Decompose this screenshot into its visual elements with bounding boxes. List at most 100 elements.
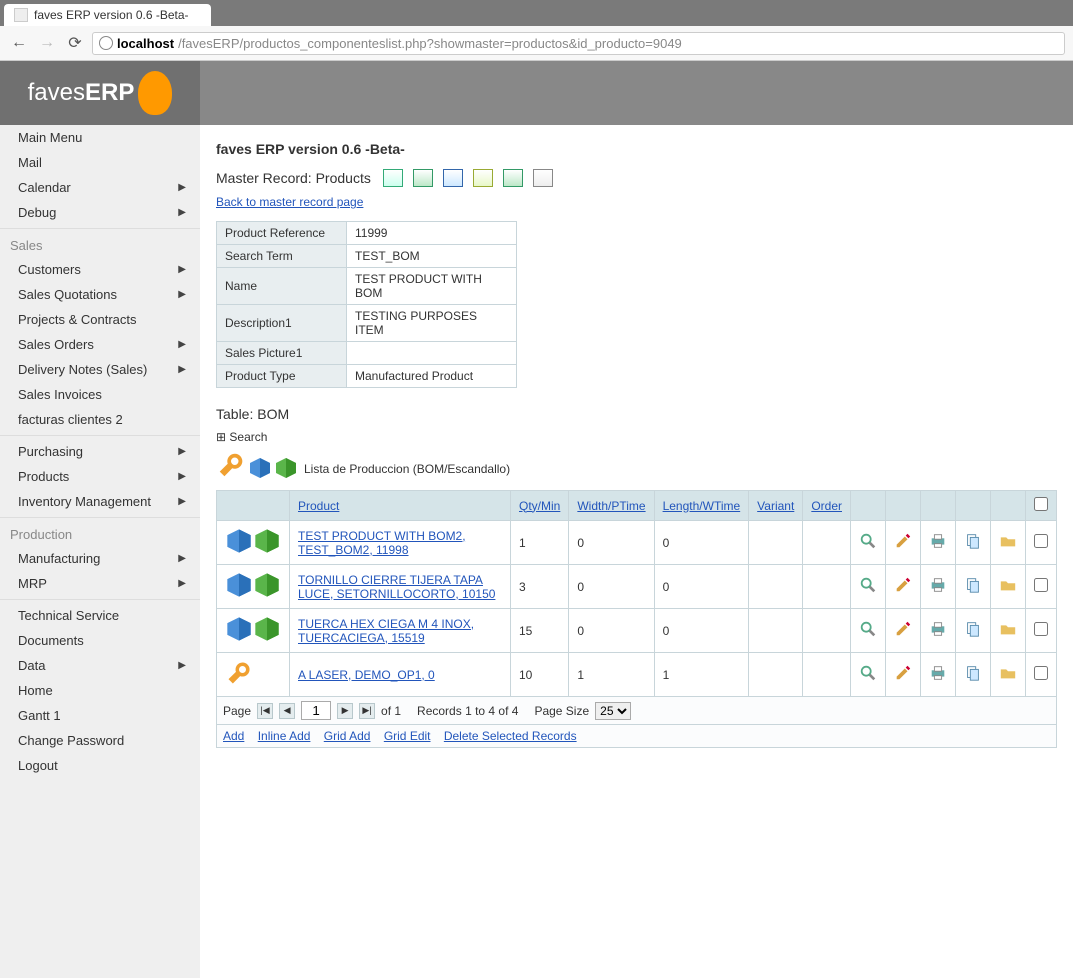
- forward-button[interactable]: →: [36, 32, 58, 54]
- master-record-label: Master Record: Products: [216, 170, 371, 186]
- view-icon[interactable]: [859, 620, 877, 638]
- sidebar-item-mrp[interactable]: MRP▶: [0, 571, 200, 596]
- print-icon[interactable]: [929, 620, 947, 638]
- sidebar-item-home[interactable]: Home: [0, 678, 200, 703]
- pagesize-select[interactable]: 25: [595, 702, 631, 720]
- grid-add-link[interactable]: Grid Add: [324, 729, 371, 743]
- add-link[interactable]: Add: [223, 729, 244, 743]
- reload-button[interactable]: ⟳: [64, 32, 86, 54]
- copy-icon[interactable]: [964, 664, 982, 682]
- sidebar-item-customers[interactable]: Customers▶: [0, 257, 200, 282]
- sidebar-item-delivery-notes-sales-[interactable]: Delivery Notes (Sales)▶: [0, 357, 200, 382]
- col-order[interactable]: Order: [803, 491, 851, 521]
- csv-icon[interactable]: [473, 169, 493, 187]
- variant-cell: [749, 521, 803, 565]
- sidebar-item-label: Mail: [18, 155, 42, 170]
- sidebar-item-products[interactable]: Products▶: [0, 464, 200, 489]
- print-icon[interactable]: [929, 532, 947, 550]
- sidebar-item-documents[interactable]: Documents: [0, 628, 200, 653]
- pager-next-button[interactable]: ▶: [337, 703, 353, 719]
- folder-icon[interactable]: [999, 620, 1017, 638]
- sidebar-item-calendar[interactable]: Calendar▶: [0, 175, 200, 200]
- col-length-wtime[interactable]: Length/WTime: [654, 491, 749, 521]
- inline-add-link[interactable]: Inline Add: [258, 729, 311, 743]
- grid-edit-link[interactable]: Grid Edit: [384, 729, 431, 743]
- sidebar-item-change-password[interactable]: Change Password: [0, 728, 200, 753]
- wrench-icon: [216, 450, 246, 480]
- excel-icon[interactable]: [413, 169, 433, 187]
- sidebar-item-purchasing[interactable]: Purchasing▶: [0, 439, 200, 464]
- favicon-icon: [14, 8, 28, 22]
- word-icon[interactable]: [443, 169, 463, 187]
- row-checkbox[interactable]: [1034, 622, 1048, 636]
- url-bar[interactable]: localhost/favesERP/productos_componentes…: [92, 32, 1065, 55]
- copy-icon[interactable]: [964, 576, 982, 594]
- logo[interactable]: favesERP: [0, 61, 200, 125]
- xls-icon[interactable]: [503, 169, 523, 187]
- sidebar-item-manufacturing[interactable]: Manufacturing▶: [0, 546, 200, 571]
- page-input[interactable]: [301, 701, 331, 720]
- view-icon[interactable]: [859, 532, 877, 550]
- pagesize-label: Page Size: [534, 704, 589, 718]
- row-checkbox[interactable]: [1034, 534, 1048, 548]
- edit-icon[interactable]: [894, 620, 912, 638]
- product-link[interactable]: A LASER, DEMO_OP1, 0: [290, 653, 511, 697]
- sidebar-item-inventory-management[interactable]: Inventory Management▶: [0, 489, 200, 514]
- folder-icon[interactable]: [999, 576, 1017, 594]
- detail-row: Product Reference11999: [217, 222, 517, 245]
- back-to-master-link[interactable]: Back to master record page: [216, 195, 363, 209]
- sidebar-item-facturas-clientes-2[interactable]: facturas clientes 2: [0, 407, 200, 432]
- product-link[interactable]: TEST PRODUCT WITH BOM2, TEST_BOM2, 11998: [290, 521, 511, 565]
- sidebar-item-logout[interactable]: Logout: [0, 753, 200, 778]
- delete-selected-link[interactable]: Delete Selected Records: [444, 729, 577, 743]
- sidebar-item-projects-contracts[interactable]: Projects & Contracts: [0, 307, 200, 332]
- detail-value: TEST_BOM: [347, 245, 517, 268]
- product-link[interactable]: TORNILLO CIERRE TIJERA TAPA LUCE, SETORN…: [290, 565, 511, 609]
- width-cell: 1: [569, 653, 654, 697]
- product-link[interactable]: TUERCA HEX CIEGA M 4 INOX, TUERCACIEGA, …: [290, 609, 511, 653]
- cube-blue-icon: [248, 456, 272, 480]
- sidebar-item-label: Logout: [18, 758, 58, 773]
- qty-cell: 10: [511, 653, 569, 697]
- chevron-right-icon: ▶: [178, 446, 186, 457]
- sidebar-item-gantt-1[interactable]: Gantt 1: [0, 703, 200, 728]
- col-variant[interactable]: Variant: [749, 491, 803, 521]
- sidebar-item-mail[interactable]: Mail: [0, 150, 200, 175]
- sidebar-item-debug[interactable]: Debug▶: [0, 200, 200, 225]
- page-icon[interactable]: [533, 169, 553, 187]
- sidebar-item-sales-orders[interactable]: Sales Orders▶: [0, 332, 200, 357]
- view-icon[interactable]: [859, 576, 877, 594]
- cube-icon: [225, 615, 281, 643]
- sidebar-item-label: Documents: [18, 633, 84, 648]
- sidebar-item-technical-service[interactable]: Technical Service: [0, 603, 200, 628]
- row-checkbox[interactable]: [1034, 578, 1048, 592]
- col-product[interactable]: Product: [290, 491, 511, 521]
- col-width-ptime[interactable]: Width/PTime: [569, 491, 654, 521]
- select-all-checkbox[interactable]: [1034, 497, 1048, 511]
- pager-last-button[interactable]: ▶|: [359, 703, 375, 719]
- variant-cell: [749, 609, 803, 653]
- row-checkbox[interactable]: [1034, 666, 1048, 680]
- sidebar-item-data[interactable]: Data▶: [0, 653, 200, 678]
- col-select-all[interactable]: [1026, 491, 1057, 521]
- edit-icon[interactable]: [894, 532, 912, 550]
- sidebar-item-main-menu[interactable]: Main Menu: [0, 125, 200, 150]
- back-button[interactable]: ←: [8, 32, 30, 54]
- view-icon[interactable]: [859, 664, 877, 682]
- copy-icon[interactable]: [964, 532, 982, 550]
- pager-prev-button[interactable]: ◀: [279, 703, 295, 719]
- folder-icon[interactable]: [999, 532, 1017, 550]
- sidebar-item-sales-quotations[interactable]: Sales Quotations▶: [0, 282, 200, 307]
- search-toggle[interactable]: ⊞ Search: [216, 430, 1057, 444]
- sidebar-item-sales-invoices[interactable]: Sales Invoices: [0, 382, 200, 407]
- print-icon[interactable]: [929, 576, 947, 594]
- browser-tab[interactable]: faves ERP version 0.6 -Beta-: [4, 4, 211, 26]
- printer-icon[interactable]: [383, 169, 403, 187]
- col-qty-min[interactable]: Qty/Min: [511, 491, 569, 521]
- folder-icon[interactable]: [999, 664, 1017, 682]
- print-icon[interactable]: [929, 664, 947, 682]
- copy-icon[interactable]: [964, 620, 982, 638]
- edit-icon[interactable]: [894, 664, 912, 682]
- pager-first-button[interactable]: |◀: [257, 703, 273, 719]
- edit-icon[interactable]: [894, 576, 912, 594]
